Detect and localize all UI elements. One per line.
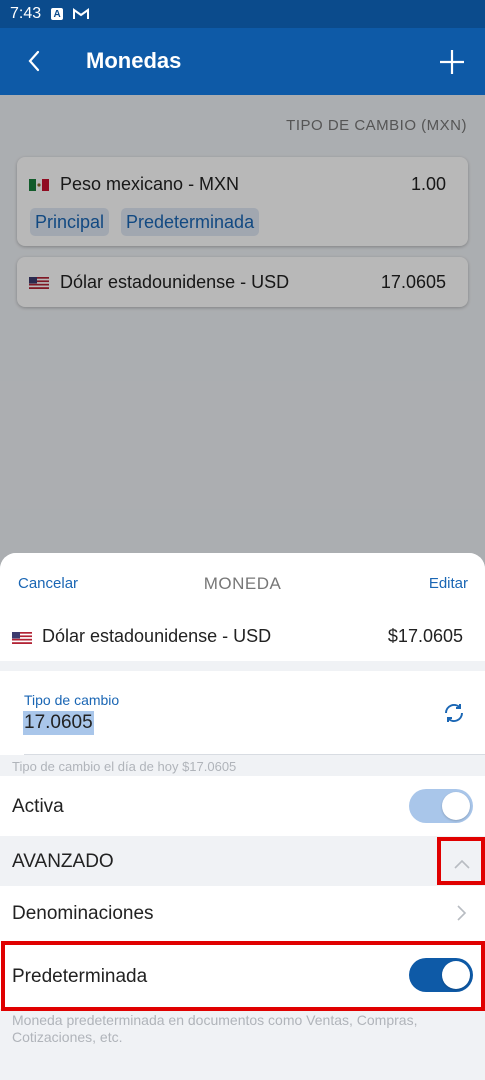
chevron-left-icon — [28, 50, 40, 72]
selected-currency-row: Dólar estadounidense - USD $17.0605 — [0, 613, 485, 661]
app-bar: Monedas — [0, 28, 485, 95]
refresh-rate-button[interactable] — [442, 701, 466, 725]
plus-icon — [440, 50, 464, 74]
exchange-rate-input[interactable]: 17.0605 — [23, 711, 94, 735]
denominations-row[interactable]: Denominaciones — [0, 886, 485, 941]
page-title: Monedas — [86, 48, 182, 73]
default-hint: Moneda predeterminada en documentos como… — [12, 1012, 418, 1045]
exchange-rate-hint: Tipo de cambio el día de hoy $17.0605 — [12, 759, 237, 774]
status-bar: 7:43 A — [0, 0, 485, 28]
currency-rate: $17.0605 — [387, 626, 463, 646]
active-row: Activa — [0, 776, 485, 836]
exchange-rate-label: Tipo de cambio — [24, 692, 120, 708]
exchange-rate-field: Tipo de cambio 17.0605 — [0, 671, 485, 755]
gmail-icon — [73, 8, 90, 20]
default-label: Predeterminada — [12, 966, 148, 987]
toggle-knob — [442, 961, 470, 989]
a-square-icon: A — [51, 8, 64, 20]
refresh-icon — [445, 704, 463, 722]
collapse-advanced-button[interactable] — [440, 842, 484, 886]
denominations-label: Denominaciones — [12, 903, 154, 924]
currency-name: Dólar estadounidense - USD — [42, 626, 272, 646]
default-row: Predeterminada — [0, 941, 485, 1009]
active-toggle[interactable] — [409, 789, 473, 823]
cancel-button[interactable]: Cancelar — [18, 575, 78, 592]
active-label: Activa — [12, 796, 64, 817]
status-time: 7:43 — [10, 5, 42, 22]
us-flag-icon — [12, 631, 32, 644]
back-button[interactable] — [22, 46, 48, 76]
advanced-section-header[interactable]: AVANZADO — [0, 836, 485, 886]
input-underline — [24, 754, 485, 755]
advanced-label: AVANZADO — [12, 851, 114, 872]
chevron-up-icon — [454, 859, 470, 869]
add-currency-button[interactable] — [438, 48, 466, 76]
chevron-right-icon — [453, 903, 469, 923]
currency-sheet: MONEDA Cancelar Editar Dólar estadounide… — [0, 553, 485, 1080]
default-toggle[interactable] — [409, 958, 473, 992]
sheet-header: MONEDA Cancelar Editar — [0, 553, 485, 613]
toggle-knob — [442, 792, 470, 820]
edit-button[interactable]: Editar — [429, 575, 468, 592]
